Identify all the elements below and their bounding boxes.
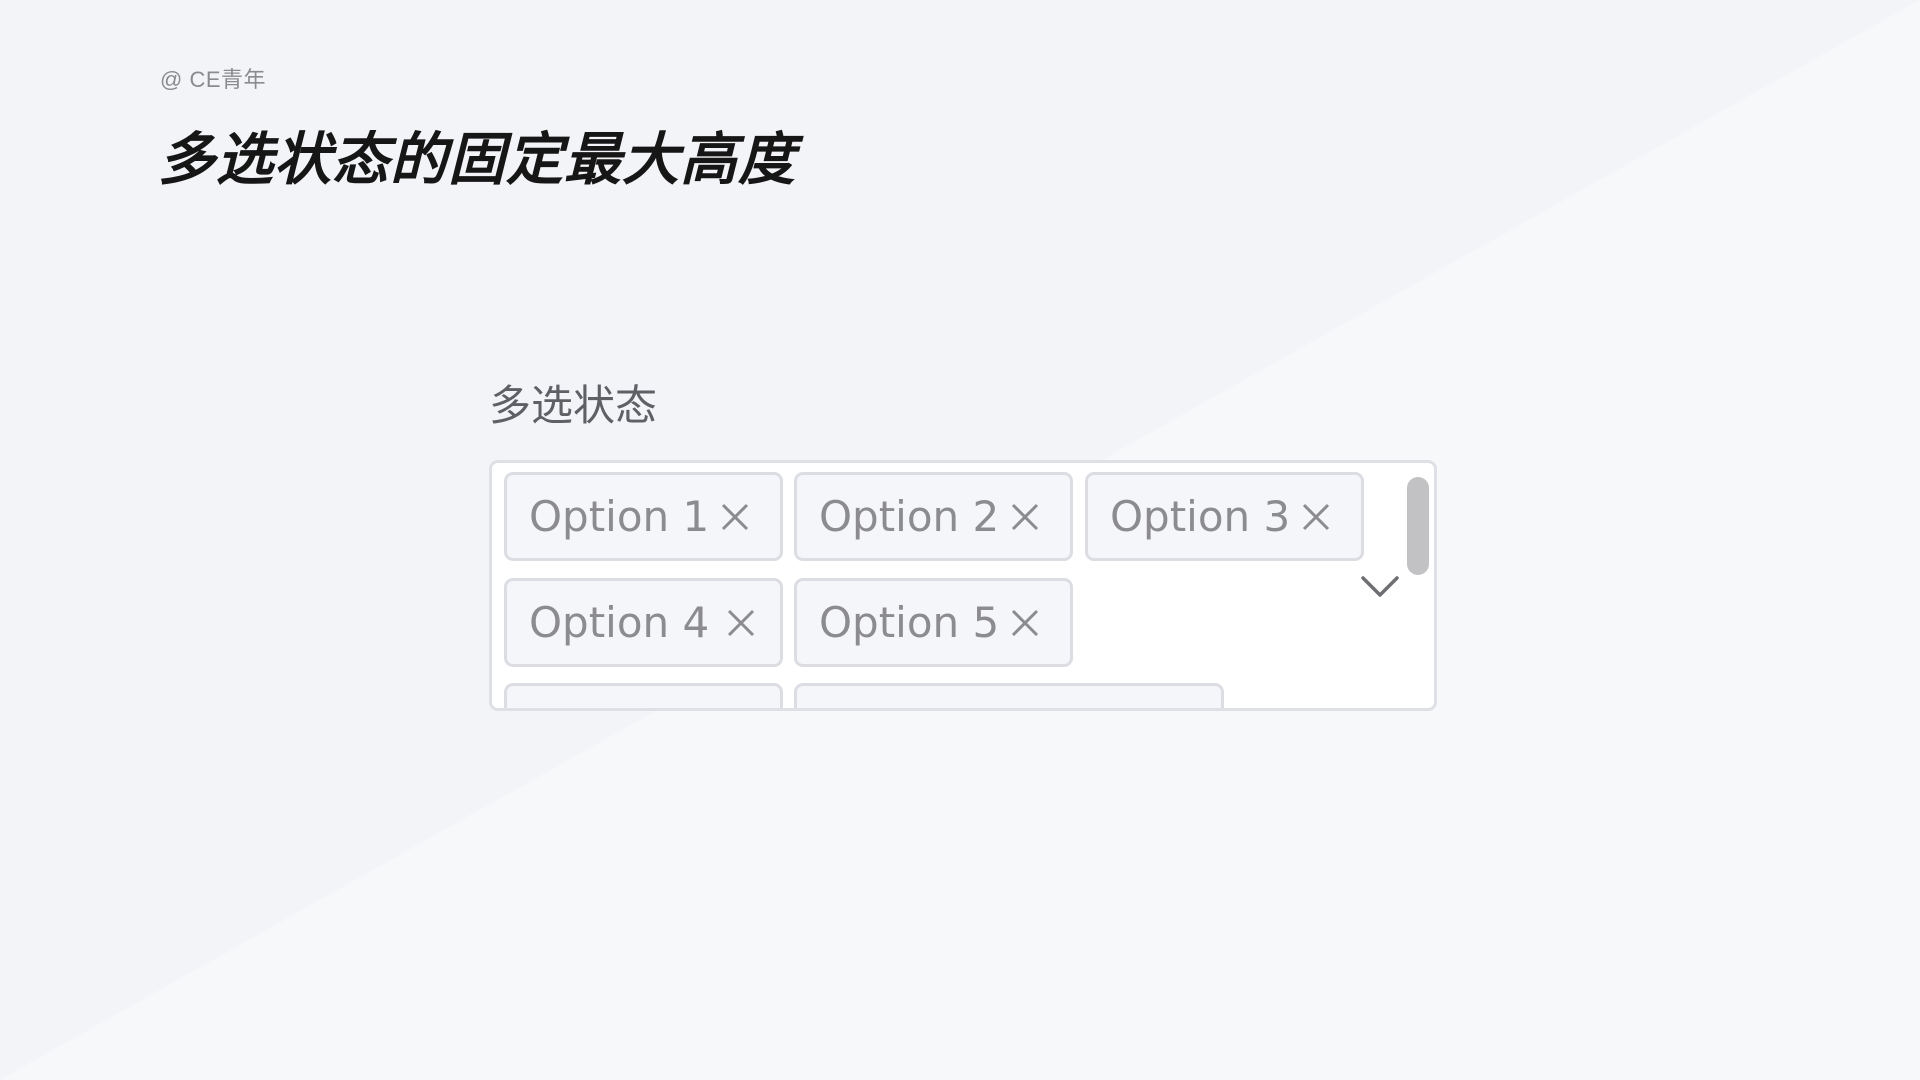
- selected-tag: Option 2: [794, 472, 1073, 561]
- multiselect-field[interactable]: Option 1 Option 2 Option 3 Option 4 Opti…: [489, 460, 1437, 711]
- close-icon[interactable]: [1010, 608, 1040, 638]
- close-icon[interactable]: [1010, 502, 1040, 532]
- tag-label: Option 3: [1110, 492, 1291, 541]
- tag-label: Option 2: [819, 492, 1000, 541]
- tag-label: Option 4: [529, 598, 710, 647]
- chevron-down-icon[interactable]: [1360, 575, 1400, 599]
- selected-tag-partial: [794, 683, 1224, 708]
- multiselect-label: 多选状态: [489, 381, 658, 430]
- tag-label: Option 5: [819, 598, 1000, 647]
- selected-tag-partial: [504, 683, 783, 708]
- selected-tag: Option 1: [504, 472, 783, 561]
- close-icon[interactable]: [720, 502, 750, 532]
- page-title: 多选状态的固定最大高度: [158, 127, 796, 193]
- close-icon[interactable]: [1301, 502, 1331, 532]
- close-icon[interactable]: [726, 608, 756, 638]
- selected-tag: Option 3: [1085, 472, 1364, 561]
- selected-tag: Option 4: [504, 578, 783, 667]
- author-credit: @ CE青年: [160, 67, 267, 92]
- selected-tag: Option 5: [794, 578, 1073, 667]
- tag-label: Option 1: [529, 492, 710, 541]
- scrollbar-thumb[interactable]: [1407, 477, 1429, 575]
